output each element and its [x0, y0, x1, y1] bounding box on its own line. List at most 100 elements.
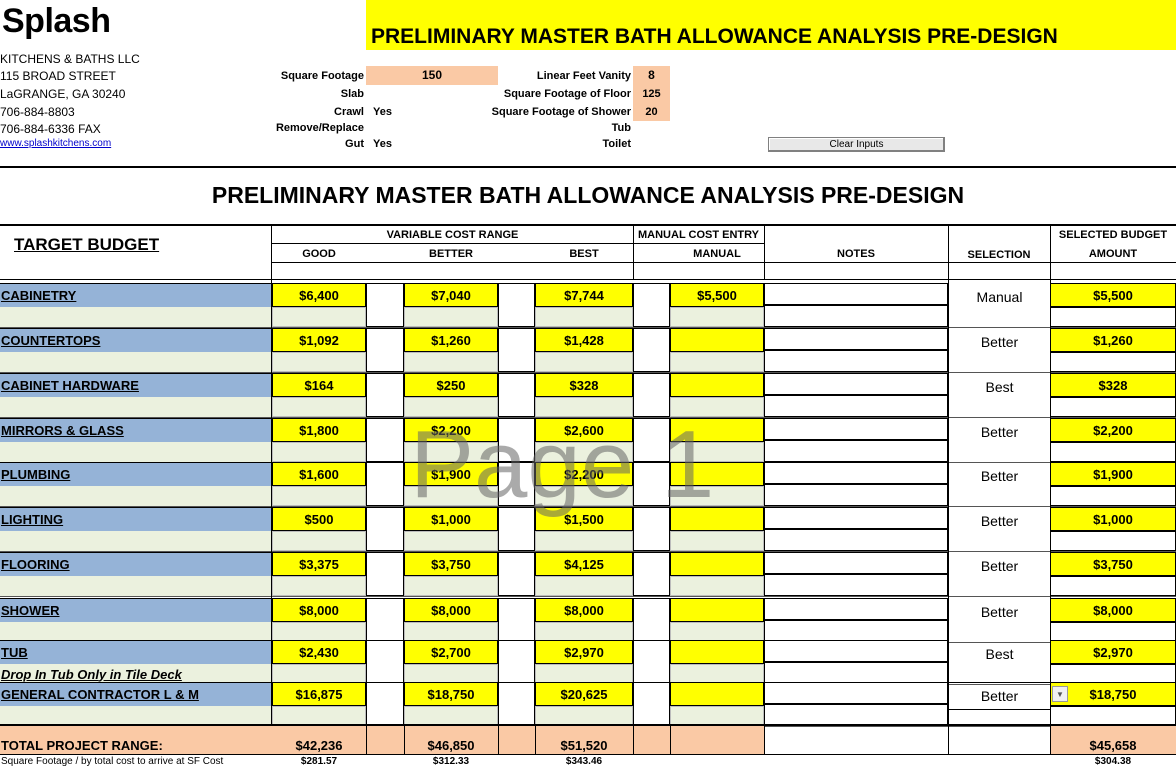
- selection-dropdown[interactable]: Better: [948, 598, 1051, 626]
- title-banner: PRELIMINARY MASTER BATH ALLOWANCE ANALYS…: [366, 0, 1176, 50]
- notes-input[interactable]: [764, 552, 948, 574]
- manual-cost-cell[interactable]: [670, 462, 764, 486]
- sub-cell: [670, 531, 764, 551]
- selection-dropdown[interactable]: Best: [948, 373, 1051, 401]
- category-sub-row: [0, 442, 272, 462]
- company-website-link[interactable]: www.splashkitchens.com: [0, 138, 111, 149]
- notes-input[interactable]: [764, 704, 948, 726]
- category-label[interactable]: CABINETRY: [0, 283, 272, 307]
- best-cost-cell: $2,970: [535, 640, 633, 664]
- better-header: BETTER: [429, 248, 473, 260]
- slab-label: Slab: [340, 88, 364, 100]
- notes-input[interactable]: [764, 529, 948, 551]
- category-label[interactable]: CABINET HARDWARE: [0, 373, 272, 397]
- good-cost-cell: $3,375: [272, 552, 366, 576]
- category-label[interactable]: PLUMBING: [0, 462, 272, 486]
- manual-cost-cell[interactable]: [670, 373, 764, 397]
- sub-cell: [404, 622, 498, 642]
- better-cost-cell: $2,200: [404, 418, 498, 442]
- manual-cost-cell[interactable]: [670, 598, 764, 622]
- notes-input[interactable]: [764, 620, 948, 642]
- category-label[interactable]: MIRRORS & GLASS: [0, 418, 272, 442]
- category-label[interactable]: LIGHTING: [0, 507, 272, 531]
- clear-inputs-button[interactable]: Clear Inputs: [768, 137, 945, 152]
- notes-input[interactable]: [764, 350, 948, 372]
- good-cost-cell: $1,092: [272, 328, 366, 352]
- divider: [0, 166, 1176, 168]
- notes-input[interactable]: [764, 305, 948, 327]
- spacer-cell: [366, 283, 404, 327]
- banner-title: PRELIMINARY MASTER BATH ALLOWANCE ANALYS…: [371, 25, 1058, 48]
- better-cost-cell: $250: [404, 373, 498, 397]
- sub-cell: [670, 397, 764, 417]
- sub-cell: [404, 442, 498, 462]
- grid-line: [1050, 280, 1051, 725]
- selection-dropdown-arrow-icon[interactable]: ▼: [1052, 686, 1068, 702]
- notes-input[interactable]: [764, 418, 948, 440]
- company-fax: 706-884-6336 FAX: [0, 122, 101, 136]
- notes-input[interactable]: [764, 328, 948, 350]
- category-label[interactable]: COUNTERTOPS: [0, 328, 272, 352]
- notes-input[interactable]: [764, 574, 948, 596]
- selection-dropdown[interactable]: Better: [948, 462, 1051, 490]
- category-label[interactable]: FLOORING: [0, 552, 272, 576]
- sub-cell: [272, 486, 366, 506]
- amount-sub-cell: [1050, 307, 1176, 327]
- total-amount: $45,658: [1089, 738, 1137, 753]
- remove-replace-label: Remove/Replace: [275, 122, 364, 134]
- notes-input[interactable]: [764, 373, 948, 395]
- selection-dropdown[interactable]: Best: [948, 640, 1051, 668]
- vanity-input[interactable]: 8: [633, 66, 670, 85]
- square-footage-input[interactable]: 150: [366, 66, 498, 85]
- sub-cell: [535, 622, 633, 642]
- category-sub-row: [0, 486, 272, 506]
- notes-input[interactable]: [764, 507, 948, 529]
- category-sub-row: [0, 706, 272, 726]
- best-cost-cell: $2,200: [535, 462, 633, 486]
- spacer-cell: [366, 462, 404, 506]
- shower-sf-input[interactable]: 20: [633, 103, 670, 121]
- spacer-cell: [633, 328, 670, 372]
- amount-sub-cell: [1050, 486, 1176, 506]
- category-label[interactable]: SHOWER: [0, 598, 272, 622]
- manual-cost-cell[interactable]: [670, 328, 764, 352]
- grid-line: [271, 280, 272, 725]
- manual-cost-cell[interactable]: $5,500: [670, 283, 764, 307]
- spacer-cell: [633, 682, 670, 726]
- best-cost-cell: $328: [535, 373, 633, 397]
- grid-line: [948, 280, 949, 725]
- notes-input[interactable]: [764, 682, 948, 704]
- manual-cost-cell[interactable]: [670, 418, 764, 442]
- notes-input[interactable]: [764, 484, 948, 506]
- floor-sf-input[interactable]: 125: [633, 85, 670, 103]
- spacer-cell: [498, 507, 535, 551]
- selection-dropdown[interactable]: Manual: [948, 283, 1051, 311]
- crawl-input[interactable]: Yes: [373, 106, 392, 118]
- selection-dropdown[interactable]: Better: [948, 328, 1051, 356]
- notes-input[interactable]: [764, 598, 948, 620]
- manual-cost-cell[interactable]: [670, 552, 764, 576]
- manual-cost-cell[interactable]: [670, 507, 764, 531]
- notes-input[interactable]: [764, 283, 948, 305]
- notes-input[interactable]: [764, 462, 948, 484]
- gut-input[interactable]: Yes: [373, 138, 392, 150]
- manual-cost-cell[interactable]: [670, 682, 764, 706]
- selected-amount-cell: $3,750: [1050, 552, 1176, 576]
- manual-cost-cell[interactable]: [670, 640, 764, 664]
- spacer-cell: [366, 552, 404, 596]
- best-cost-cell: $20,625: [535, 682, 633, 706]
- sub-cell: [670, 664, 764, 684]
- sub-cell: [535, 307, 633, 327]
- selection-dropdown[interactable]: Better: [948, 552, 1051, 580]
- notes-input[interactable]: [764, 395, 948, 417]
- notes-input[interactable]: [764, 662, 948, 684]
- category-label[interactable]: GENERAL CONTRACTOR L & M: [0, 682, 272, 706]
- notes-input[interactable]: [764, 440, 948, 462]
- selection-dropdown[interactable]: Better: [948, 682, 1051, 710]
- selected-amount-cell: $8,000: [1050, 598, 1176, 622]
- notes-input[interactable]: [764, 640, 948, 662]
- selection-dropdown[interactable]: Better: [948, 418, 1051, 446]
- category-label[interactable]: TUB: [0, 640, 272, 664]
- selection-dropdown[interactable]: Better: [948, 507, 1051, 535]
- sub-cell: [404, 486, 498, 506]
